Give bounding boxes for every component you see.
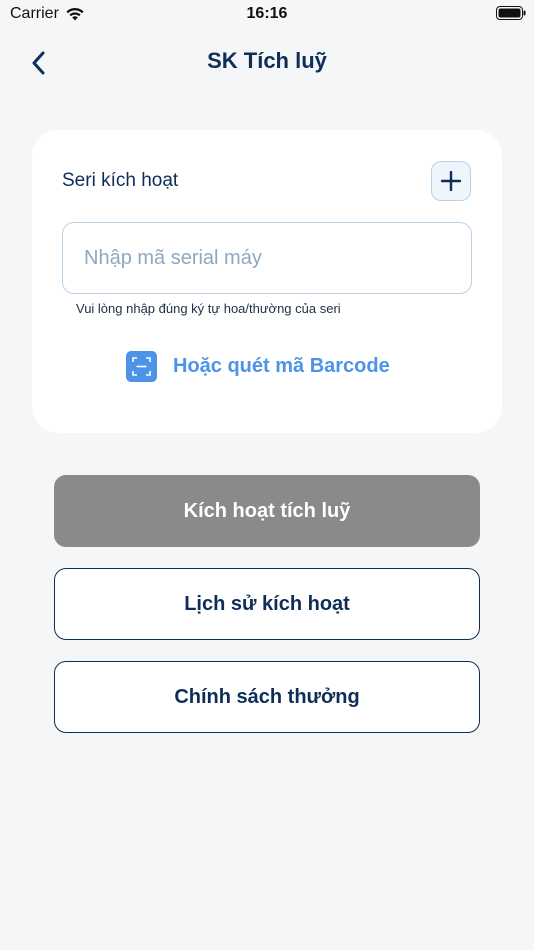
activate-accumulation-button[interactable]: Kích hoạt tích luỹ — [54, 475, 480, 547]
screen: Carrier 16:16 SK Tích luỹ Seri kích hoạt — [0, 0, 534, 950]
barcode-label: Hoặc quét mã Barcode — [173, 354, 390, 377]
page-title: SK Tích luỹ — [207, 48, 327, 73]
add-serial-button[interactable] — [431, 161, 471, 201]
battery-icon — [496, 6, 526, 20]
nav-bar: SK Tích luỹ — [0, 38, 534, 88]
serial-label: Seri kích hoạt — [62, 170, 179, 191]
scan-barcode-button[interactable]: Hoặc quét mã Barcode — [126, 350, 390, 382]
activate-label: Kích hoạt tích luỹ — [183, 499, 351, 522]
status-bar: Carrier 16:16 — [0, 0, 534, 30]
reward-policy-button[interactable]: Chính sách thưởng — [54, 661, 480, 733]
serial-input-wrapper — [62, 222, 472, 294]
history-label: Lịch sử kích hoạt — [184, 592, 350, 615]
activation-history-button[interactable]: Lịch sử kích hoạt — [54, 568, 480, 640]
serial-input[interactable] — [63, 223, 471, 293]
serial-card: Seri kích hoạt Vui lòng nhập đúng ký tự … — [32, 130, 502, 433]
barcode-scan-icon — [126, 350, 157, 382]
policy-label: Chính sách thưởng — [174, 685, 360, 708]
serial-hint: Vui lòng nhập đúng ký tự hoa/thường của … — [76, 301, 341, 316]
plus-icon — [441, 171, 461, 191]
status-time: 16:16 — [246, 5, 288, 22]
